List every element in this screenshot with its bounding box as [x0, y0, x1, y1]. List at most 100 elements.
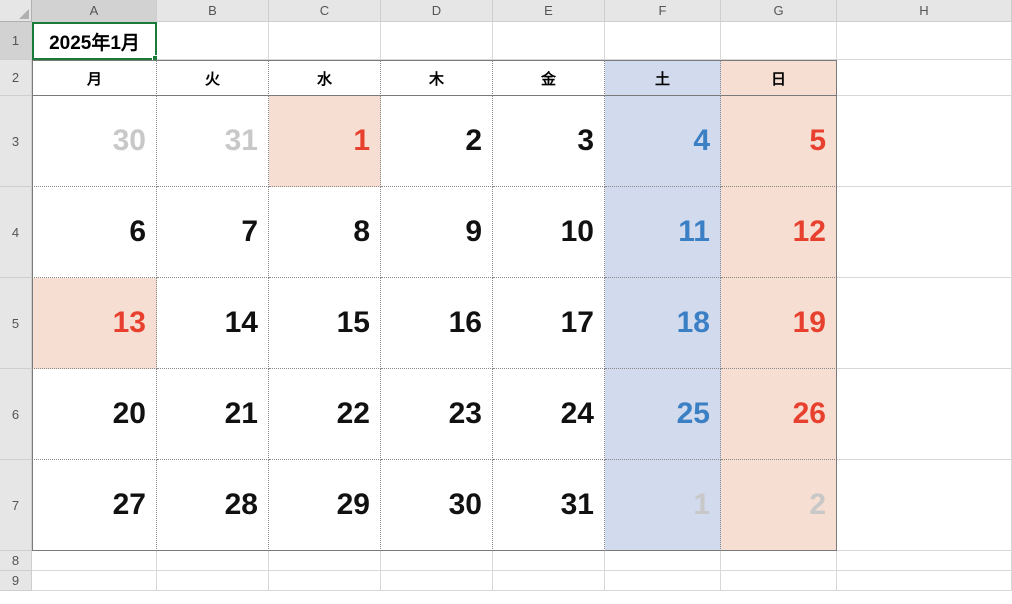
calendar-day[interactable]: 24	[493, 369, 605, 460]
cell[interactable]	[269, 22, 381, 60]
calendar-day[interactable]: 12	[721, 187, 837, 278]
cell[interactable]	[269, 551, 381, 571]
cell[interactable]	[381, 22, 493, 60]
row-7[interactable]: 7	[0, 460, 32, 551]
cell[interactable]	[721, 22, 837, 60]
calendar-day[interactable]: 21	[157, 369, 269, 460]
col-E[interactable]: E	[493, 0, 605, 22]
day-number: 14	[225, 306, 258, 340]
row-4[interactable]: 4	[0, 187, 32, 278]
calendar-day[interactable]: 11	[605, 187, 721, 278]
cell[interactable]	[157, 551, 269, 571]
calendar-day[interactable]: 20	[32, 369, 157, 460]
calendar-day[interactable]: 16	[381, 278, 493, 369]
calendar-day[interactable]: 30	[381, 460, 493, 551]
calendar-day[interactable]: 6	[32, 187, 157, 278]
cell[interactable]	[837, 551, 1012, 571]
day-header[interactable]: 月	[32, 60, 157, 96]
cell[interactable]	[837, 571, 1012, 591]
calendar-day[interactable]: 1	[269, 96, 381, 187]
col-F[interactable]: F	[605, 0, 721, 22]
day-header[interactable]: 金	[493, 60, 605, 96]
day-number: 11	[678, 215, 710, 249]
calendar-day[interactable]: 22	[269, 369, 381, 460]
cell[interactable]	[837, 369, 1012, 460]
day-header[interactable]: 木	[381, 60, 493, 96]
cell[interactable]	[32, 551, 157, 571]
calendar-day[interactable]: 25	[605, 369, 721, 460]
calendar-day[interactable]: 10	[493, 187, 605, 278]
day-number: 30	[449, 488, 482, 522]
calendar-day[interactable]: 2	[721, 460, 837, 551]
cell[interactable]	[381, 571, 493, 591]
calendar-day[interactable]: 27	[32, 460, 157, 551]
cell[interactable]	[493, 22, 605, 60]
calendar-day[interactable]: 1	[605, 460, 721, 551]
calendar-day[interactable]: 28	[157, 460, 269, 551]
row-8[interactable]: 8	[0, 551, 32, 571]
col-A[interactable]: A	[32, 0, 157, 22]
cell[interactable]	[157, 571, 269, 591]
col-G[interactable]: G	[721, 0, 837, 22]
calendar-day[interactable]: 14	[157, 278, 269, 369]
title-cell[interactable]: 2025年1月	[32, 22, 157, 60]
cell[interactable]	[605, 551, 721, 571]
cell[interactable]	[157, 22, 269, 60]
cell[interactable]	[837, 96, 1012, 187]
col-C[interactable]: C	[269, 0, 381, 22]
cell[interactable]	[32, 571, 157, 591]
col-H[interactable]: H	[837, 0, 1012, 22]
row-9[interactable]: 9	[0, 571, 32, 591]
day-header[interactable]: 火	[157, 60, 269, 96]
cell[interactable]	[837, 278, 1012, 369]
calendar-day[interactable]: 15	[269, 278, 381, 369]
day-header[interactable]: 土	[605, 60, 721, 96]
col-D[interactable]: D	[381, 0, 493, 22]
day-number: 15	[337, 306, 370, 340]
calendar-day[interactable]: 2	[381, 96, 493, 187]
calendar-day[interactable]: 18	[605, 278, 721, 369]
cell[interactable]	[837, 187, 1012, 278]
calendar-day[interactable]: 4	[605, 96, 721, 187]
col-B[interactable]: B	[157, 0, 269, 22]
cell[interactable]	[721, 551, 837, 571]
title-text: 2025年1月	[49, 28, 140, 55]
spreadsheet: A B C D E F G H 1 2025年1月 2 月火水木金土日 3303…	[0, 0, 1012, 604]
calendar-day[interactable]: 31	[493, 460, 605, 551]
row-1[interactable]: 1	[0, 22, 32, 60]
cell[interactable]	[605, 22, 721, 60]
row-3[interactable]: 3	[0, 96, 32, 187]
cell[interactable]	[493, 551, 605, 571]
row-6[interactable]: 6	[0, 369, 32, 460]
day-header[interactable]: 日	[721, 60, 837, 96]
day-number: 22	[337, 397, 370, 431]
day-header[interactable]: 水	[269, 60, 381, 96]
calendar-day[interactable]: 30	[32, 96, 157, 187]
calendar-day[interactable]: 29	[269, 460, 381, 551]
calendar-day[interactable]: 8	[269, 187, 381, 278]
cell[interactable]	[837, 22, 1012, 60]
calendar-day[interactable]: 31	[157, 96, 269, 187]
cell[interactable]	[493, 571, 605, 591]
calendar-day[interactable]: 26	[721, 369, 837, 460]
cell[interactable]	[837, 460, 1012, 551]
day-number: 29	[337, 488, 370, 522]
select-all-corner[interactable]	[0, 0, 32, 22]
calendar-day[interactable]: 5	[721, 96, 837, 187]
calendar-day[interactable]: 9	[381, 187, 493, 278]
row-2[interactable]: 2	[0, 60, 32, 96]
cell[interactable]	[837, 60, 1012, 96]
calendar-day[interactable]: 3	[493, 96, 605, 187]
calendar-day[interactable]: 7	[157, 187, 269, 278]
cell[interactable]	[269, 571, 381, 591]
cell[interactable]	[381, 551, 493, 571]
calendar-day[interactable]: 17	[493, 278, 605, 369]
cell[interactable]	[721, 571, 837, 591]
calendar-day[interactable]: 23	[381, 369, 493, 460]
day-number: 21	[225, 397, 258, 431]
calendar-day[interactable]: 19	[721, 278, 837, 369]
day-number: 5	[809, 124, 826, 158]
row-5[interactable]: 5	[0, 278, 32, 369]
calendar-day[interactable]: 13	[32, 278, 157, 369]
cell[interactable]	[605, 571, 721, 591]
